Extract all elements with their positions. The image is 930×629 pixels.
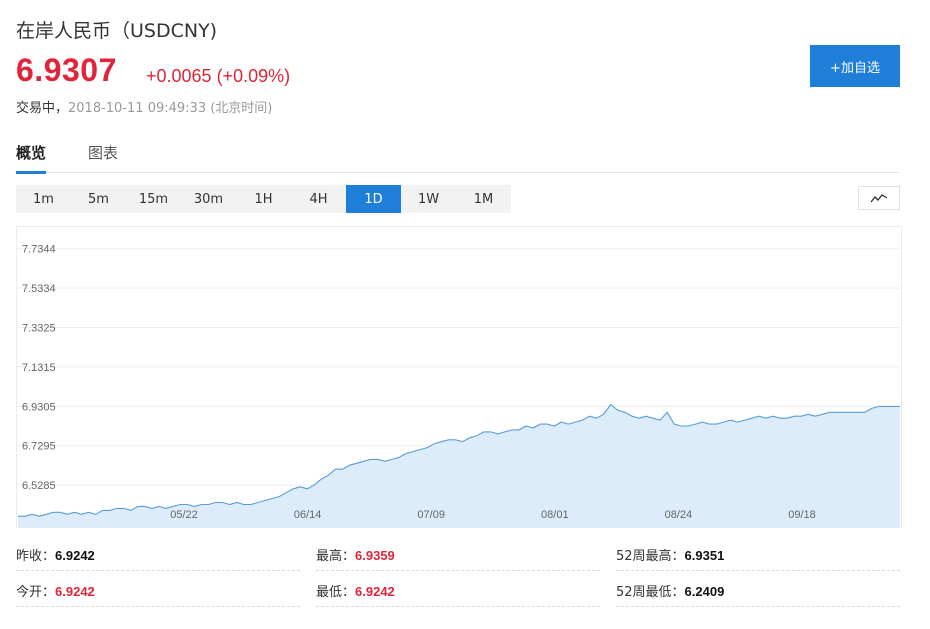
price-chart: 7.7344 7.5334 7.3325 7.1315 6.9305 6.7295 6.52… — [16, 244, 902, 528]
stat-label: 最高： — [316, 549, 356, 564]
status-text: 交易中， — [16, 101, 69, 116]
stat-prev-close: 昨收：6.9242 — [16, 538, 300, 571]
stat-52w-high: 52周最高：6.9351 — [616, 538, 900, 571]
period-1d[interactable]: 1D — [346, 185, 401, 213]
tab-chart[interactable]: 图表 — [88, 142, 118, 171]
stat-label: 昨收： — [16, 549, 56, 564]
x-tick-label: 08/24 — [665, 509, 693, 521]
period-1mo[interactable]: 1M — [456, 185, 511, 213]
period-1w[interactable]: 1W — [401, 185, 456, 213]
y-tick-label: 7.3325 — [22, 322, 56, 334]
period-4h[interactable]: 4H — [291, 185, 346, 213]
period-1m[interactable]: 1m — [16, 185, 71, 213]
y-tick-label: 6.5285 — [22, 480, 56, 492]
x-tick-label: 08/01 — [541, 509, 569, 521]
stat-low: 最低：6.9242 — [316, 574, 600, 607]
stat-label: 最低： — [316, 585, 356, 600]
stat-value: 6.2409 — [684, 584, 725, 599]
x-tick-label: 06/14 — [294, 509, 322, 521]
series-area — [18, 404, 900, 528]
timestamp: 2018-10-11 09:49:33 (北京时间) — [68, 101, 273, 116]
period-30m[interactable]: 30m — [181, 185, 236, 213]
trading-status: 交易中，2018-10-11 09:49:33 (北京时间) — [16, 97, 272, 116]
period-5m[interactable]: 5m — [71, 185, 126, 213]
x-tick-label: 05/22 — [170, 509, 198, 521]
stat-value: 6.9359 — [355, 548, 395, 563]
y-tick-label: 7.1315 — [22, 362, 56, 374]
stat-label: 52周最低： — [616, 585, 685, 600]
instrument-title: 在岸人民币（USDCNY) — [16, 20, 218, 42]
period-selector: 1m 5m 15m 30m 1H 4H 1D 1W 1M — [16, 185, 511, 213]
period-15m[interactable]: 15m — [126, 185, 181, 213]
stat-open: 今开：6.9242 — [16, 574, 300, 607]
stat-value: 6.9242 — [55, 584, 95, 599]
stat-label: 今开： — [16, 585, 56, 600]
current-price: 6.9307 — [16, 52, 117, 88]
price-change: +0.0065 (+0.09%) — [146, 66, 291, 86]
stat-label: 52周最高： — [616, 549, 685, 564]
period-1h[interactable]: 1H — [236, 185, 291, 213]
y-tick-label: 7.7344 — [22, 244, 56, 256]
x-tick-label: 09/18 — [788, 509, 816, 521]
x-tick-label: 07/09 — [417, 509, 445, 521]
add-to-watchlist-button[interactable]: +加自选 — [810, 45, 900, 87]
tab-overview[interactable]: 概览 — [16, 142, 47, 174]
chart-type-button[interactable] — [858, 186, 900, 210]
tab-bar: 概览 图表 — [16, 140, 900, 174]
y-tick-label: 7.5334 — [22, 283, 56, 295]
stat-high: 最高：6.9359 — [316, 538, 600, 571]
line-chart-icon — [870, 194, 888, 203]
stat-value: 6.9351 — [684, 548, 725, 563]
stat-value: 6.9242 — [55, 548, 95, 563]
stat-value: 6.9242 — [355, 584, 395, 599]
y-tick-label: 6.9305 — [22, 401, 56, 413]
y-tick-label: 6.7295 — [22, 441, 56, 453]
stat-52w-low: 52周最低：6.2409 — [616, 574, 900, 607]
